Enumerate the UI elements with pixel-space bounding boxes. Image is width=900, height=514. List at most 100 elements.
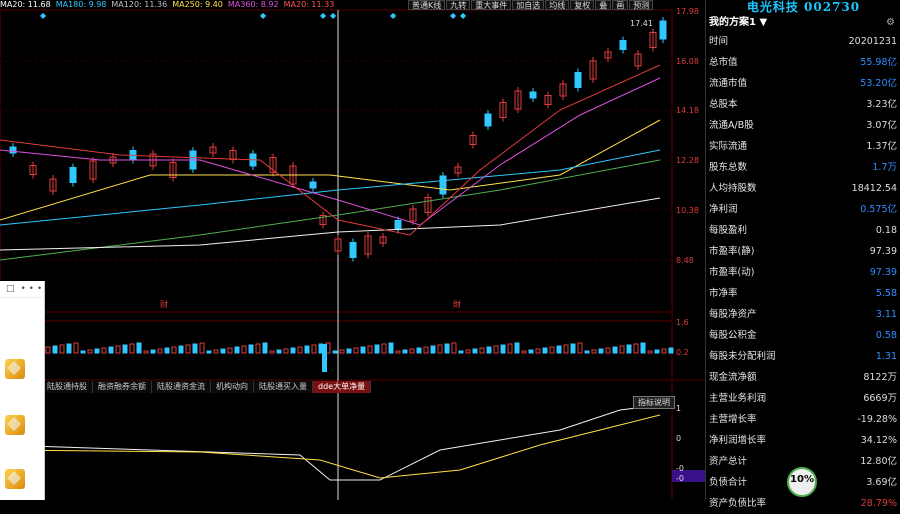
volume-bar: [416, 347, 422, 354]
volume-bar: [122, 344, 128, 354]
app-icon[interactable]: [5, 415, 25, 435]
app-icon[interactable]: [5, 359, 25, 379]
volume-bar: [248, 344, 254, 354]
indicator-tab[interactable]: 陆股通持股: [42, 381, 93, 393]
fundamental-value: 55.98亿: [860, 57, 897, 68]
event-diamond-icon[interactable]: ◆: [460, 11, 467, 20]
toolbar-button[interactable]: 复权: [570, 0, 595, 10]
stock-title: 电光科技 002730: [746, 0, 861, 14]
toolbar-button[interactable]: 重大事件: [471, 0, 512, 10]
toolbar-button[interactable]: 普通K线: [408, 0, 446, 10]
fundamental-value: 6669万: [863, 393, 897, 404]
toolbar-button[interactable]: 叠: [595, 0, 612, 10]
fundamental-value: 0.18: [875, 225, 897, 236]
volume-bar: [423, 346, 429, 354]
volume-bar: [612, 346, 618, 354]
volume-bar: [255, 343, 261, 354]
event-diamond-icon[interactable]: ◆: [320, 11, 327, 20]
candle: [309, 181, 317, 189]
volume-bar: [444, 343, 450, 354]
peak-price-label: 17.41: [630, 19, 653, 28]
volume-bar: [94, 348, 100, 354]
floating-app-panel: □ • • •: [0, 281, 45, 500]
gear-icon[interactable]: ⚙: [886, 15, 895, 31]
volume-bar: [304, 345, 310, 354]
volume-bar: [528, 349, 534, 354]
indicator-help-button[interactable]: 指标说明: [633, 396, 675, 409]
volume-bar: [591, 349, 597, 354]
fundamental-label: 股东总数: [709, 162, 748, 173]
fundamental-row: 净利润 0.575亿: [706, 199, 900, 220]
event-diamond-icon[interactable]: ◆: [40, 11, 47, 20]
app-icon[interactable]: [5, 469, 25, 489]
plan-selector[interactable]: 我的方案1 ▼ ⚙: [706, 15, 900, 31]
indicator-tab[interactable]: 机构动向: [211, 381, 254, 393]
volume-bar: [45, 346, 51, 354]
volume-bar: [213, 349, 219, 354]
volume-bar: [199, 342, 205, 354]
chart-area[interactable]: 17.41 ◆ ◆ ◆ ◆ ◆ ◆ ◆ MA20: 11.68 MA180: 9.98 MA120…: [0, 0, 705, 500]
fundamental-value: 53.20亿: [860, 78, 897, 89]
fundamental-row: 每股未分配利润 1.31: [706, 346, 900, 367]
fundamental-value: 0.58: [875, 330, 897, 341]
volume-bar: [360, 346, 366, 354]
plan-dropdown[interactable]: 我的方案1 ▼: [709, 15, 767, 31]
fundamental-row: 市盈率(静) 97.39: [706, 241, 900, 262]
toolbar-button[interactable]: 加自选: [512, 0, 545, 10]
fundamental-row: 主营业务利润 6669万: [706, 388, 900, 409]
event-diamond-icon[interactable]: ◆: [390, 11, 397, 20]
toolbar-button[interactable]: 均线: [545, 0, 570, 10]
indicator-tab[interactable]: dde大单净量: [313, 381, 372, 393]
indicator-line: [0, 404, 661, 481]
indicator-tab[interactable]: 陆股通买入量: [254, 381, 313, 393]
volume-bar: [220, 348, 226, 354]
volume-bar: [322, 344, 327, 372]
volume-bar: [500, 344, 506, 354]
volume-bar: [227, 347, 233, 354]
event-diamond-icon[interactable]: ◆: [330, 11, 337, 20]
indicator-tab[interactable]: 陆股通资金流: [152, 381, 211, 393]
fundamental-label: 每股公积金: [709, 330, 757, 341]
volume-bar: [150, 349, 156, 354]
candle: [574, 72, 582, 88]
candle: [394, 220, 402, 230]
volume-bar: [542, 347, 548, 354]
volume-bar: [346, 348, 352, 354]
fundamental-value: 0.575亿: [860, 204, 897, 215]
progress-badge[interactable]: 10%: [787, 467, 817, 497]
volume-bar: [605, 347, 611, 354]
ma-legend-item: MA250: 9.40: [172, 0, 223, 9]
volume-bar: [66, 343, 72, 354]
event-marker-2[interactable]: 財: [453, 299, 461, 310]
indicator-tab[interactable]: 融资融券余额: [93, 381, 152, 393]
event-diamond-icon[interactable]: ◆: [260, 11, 267, 20]
fundamental-value: 97.39: [869, 246, 897, 257]
toolbar-button[interactable]: 九转: [446, 0, 471, 10]
event-diamond-icon[interactable]: ◆: [450, 11, 457, 20]
volume-bar: [164, 347, 170, 354]
fundamental-row: 市净率 5.58: [706, 283, 900, 304]
fundamental-label: 负债合计: [709, 477, 748, 488]
more-dots-icon[interactable]: • • •: [21, 284, 43, 294]
fundamental-value: 3.11: [875, 309, 897, 320]
square-icon[interactable]: □: [6, 284, 15, 294]
volume-bar: [367, 345, 373, 354]
fundamental-row: 每股盈利 0.18: [706, 220, 900, 241]
volume-tick: 1.6: [676, 318, 689, 327]
volume-bar: [640, 342, 646, 354]
toolbar-button[interactable]: 预测: [629, 0, 654, 10]
candle: [529, 91, 537, 99]
volume-bar: [570, 343, 576, 354]
volume-bar: [269, 350, 275, 354]
fundamental-row: 每股公积金 0.58: [706, 325, 900, 346]
event-marker-1[interactable]: 财: [160, 299, 168, 310]
candle: [659, 20, 667, 40]
kline-chart[interactable]: 17.41◆ ◆ ◆ ◆ ◆ ◆ ◆: [0, 0, 705, 500]
candle: [9, 146, 17, 154]
volume-bar: [458, 350, 464, 354]
ma-legend: MA20: 11.68 MA180: 9.98 MA120: 11.36 MA250:…: [0, 0, 339, 10]
candle: [484, 113, 492, 127]
price-tick: 12.28: [676, 156, 699, 165]
volume-bar: [486, 346, 492, 354]
toolbar-button[interactable]: 画: [612, 0, 629, 10]
